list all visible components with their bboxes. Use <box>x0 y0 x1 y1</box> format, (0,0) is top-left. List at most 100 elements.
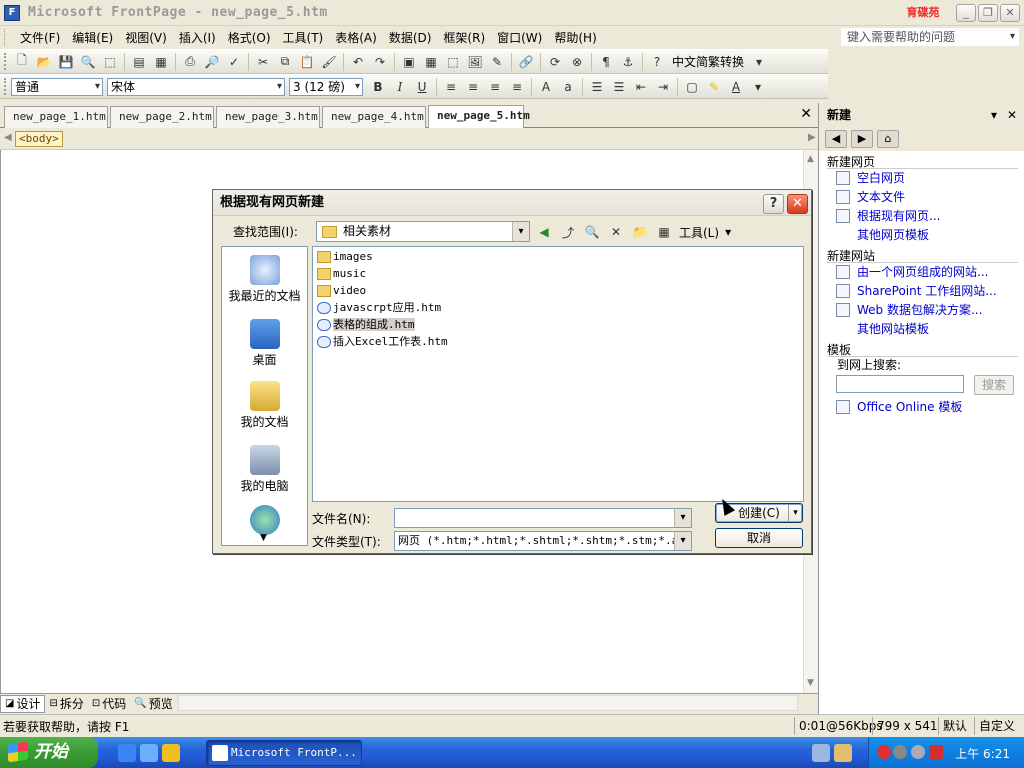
layers-icon[interactable]: ▦ <box>152 53 170 71</box>
template-search-button[interactable]: 搜索 <box>974 375 1014 395</box>
file-list-item[interactable]: 插入Excel工作表.htm <box>317 334 448 351</box>
font-size-select[interactable]: 3 (12 磅) <box>289 77 363 96</box>
font-color-icon[interactable]: A <box>727 78 745 96</box>
tools-chevron-icon[interactable]: ▾ <box>725 225 731 239</box>
horizontal-scrollbar[interactable] <box>178 695 798 711</box>
one-page-site-link[interactable]: 由一个网页组成的网站... <box>819 263 1024 282</box>
place-desktop[interactable]: 桌面 <box>222 319 307 368</box>
menu-item[interactable]: 格式(O) <box>222 28 277 48</box>
place-my-computer[interactable]: 我的电脑 <box>222 445 307 494</box>
publish-icon[interactable]: ⬚ <box>101 53 119 71</box>
file-list-item[interactable]: music <box>317 266 366 283</box>
menu-item[interactable]: 框架(R) <box>437 28 491 48</box>
filetype-select[interactable]: 网页 (*.htm;*.html;*.shtml;*.shtm;*.stm;*.… <box>394 531 692 551</box>
text-file-link[interactable]: 文本文件 <box>819 188 1024 207</box>
toolbar-options-icon[interactable]: ▾ <box>749 78 767 96</box>
cut-icon[interactable]: ✂ <box>254 53 272 71</box>
new-folder-icon[interactable]: 📁 <box>631 223 649 241</box>
taskbar-frontpage-button[interactable]: Microsoft FrontP... <box>206 740 362 766</box>
bullets-icon[interactable]: ☰ <box>610 78 628 96</box>
picture-icon[interactable]: 🖼 <box>466 53 484 71</box>
toolbar-grip[interactable] <box>4 53 8 70</box>
format-painter-icon[interactable]: 🖌 <box>320 53 338 71</box>
view-tab[interactable]: ⊡ 代码 <box>88 695 130 713</box>
document-tab[interactable]: new_page_1.htm <box>4 106 108 128</box>
hyperlink-icon[interactable]: 🔗 <box>517 53 535 71</box>
file-list-item[interactable]: images <box>317 249 373 266</box>
tray-network-icon[interactable] <box>812 744 830 762</box>
spelling-icon[interactable]: ✓ <box>225 53 243 71</box>
drawing-icon[interactable]: ✎ <box>488 53 506 71</box>
restore-button[interactable]: ❐ <box>978 4 998 22</box>
back-icon[interactable]: ◀ <box>825 130 847 148</box>
copy-icon[interactable]: ⧉ <box>276 53 294 71</box>
pane-close-icon[interactable]: ✕ <box>1007 103 1017 127</box>
clock[interactable]: 上午 6:21 <box>955 745 1010 762</box>
tray-app-icon[interactable] <box>929 745 943 759</box>
menu-item[interactable]: 帮助(H) <box>548 28 602 48</box>
ie-icon[interactable] <box>118 744 136 762</box>
place-recent[interactable]: 我最近的文档 <box>222 255 307 304</box>
look-in-select[interactable]: 相关素材 ▾ <box>316 221 530 242</box>
view-tab[interactable]: 🔍 预览 <box>130 695 176 713</box>
scroll-down-icon[interactable]: ▼ <box>807 678 814 688</box>
stop-icon[interactable]: ⊗ <box>568 53 586 71</box>
file-list-item[interactable]: video <box>317 283 366 300</box>
justify-icon[interactable]: ≡ <box>508 78 526 96</box>
toggle-pane-icon[interactable]: ▤ <box>130 53 148 71</box>
delete-icon[interactable]: ✕ <box>607 223 625 241</box>
style-select[interactable]: 普通 <box>11 77 103 96</box>
help-question-input[interactable]: 键入需要帮助的问题 <box>840 27 1020 47</box>
menu-item[interactable]: 数据(D) <box>383 28 438 48</box>
tray-pen-icon[interactable] <box>834 744 852 762</box>
toolbar-grip[interactable] <box>4 78 8 95</box>
document-tab[interactable]: new_page_4.htm <box>322 106 426 128</box>
align-center-icon[interactable]: ≡ <box>464 78 482 96</box>
chevron-down-icon[interactable]: ▾ <box>674 532 691 550</box>
search-icon[interactable]: 🔍 <box>79 53 97 71</box>
chinese-convert-button[interactable]: 中文简繁转换 <box>672 53 744 70</box>
blank-page-link[interactable]: 空白网页 <box>819 169 1024 188</box>
pane-menu-icon[interactable]: ▾ <box>991 103 997 127</box>
minimize-button[interactable]: _ <box>956 4 976 22</box>
forward-icon[interactable]: ▶ <box>851 130 873 148</box>
download-speed[interactable]: 0:01@56Kbps <box>794 717 883 735</box>
back-icon[interactable]: ◀ <box>535 223 553 241</box>
decrease-font-icon[interactable]: a <box>559 78 577 96</box>
tray-security-icon[interactable] <box>877 745 891 759</box>
web-component-icon[interactable]: ▣ <box>400 53 418 71</box>
align-right-icon[interactable]: ≡ <box>486 78 504 96</box>
anchor-icon[interactable]: ⚓ <box>619 53 637 71</box>
more-site-templates-link[interactable]: 其他网站模板 <box>819 320 1024 339</box>
menu-item[interactable]: 编辑(E) <box>66 28 119 48</box>
app-shortcut-icon[interactable] <box>162 744 180 762</box>
italic-button[interactable]: I <box>391 78 409 96</box>
menu-item[interactable]: 插入(I) <box>173 28 222 48</box>
from-existing-page-link[interactable]: 根据现有网页... <box>819 207 1024 226</box>
redo-icon[interactable]: ↷ <box>371 53 389 71</box>
open-icon[interactable]: 📂 <box>35 53 53 71</box>
menu-item[interactable]: 视图(V) <box>119 28 173 48</box>
places-scroll-down-icon[interactable]: ▼ <box>260 533 267 543</box>
up-folder-icon[interactable]: ⤴ <box>559 223 577 241</box>
menu-item[interactable]: 窗口(W) <box>491 28 548 48</box>
menu-item[interactable]: 表格(A) <box>329 28 383 48</box>
numbering-icon[interactable]: ☰ <box>588 78 606 96</box>
layer-icon[interactable]: ⬚ <box>444 53 462 71</box>
close-document-icon[interactable]: ✕ <box>800 106 812 122</box>
scroll-up-icon[interactable]: ▲ <box>807 154 814 164</box>
menu-item[interactable]: 文件(F) <box>14 28 66 48</box>
filename-input[interactable]: ▾ <box>394 508 692 528</box>
dialog-close-button[interactable]: ✕ <box>787 194 808 214</box>
underline-button[interactable]: U <box>413 78 431 96</box>
refresh-icon[interactable]: ⟳ <box>546 53 564 71</box>
search-web-icon[interactable]: 🔍 <box>583 223 601 241</box>
body-tag[interactable]: <body> <box>15 131 63 147</box>
tools-menu[interactable]: 工具(L) <box>679 224 719 241</box>
view-tab[interactable]: ◪ 设计 <box>0 694 46 713</box>
align-left-icon[interactable]: ≡ <box>442 78 460 96</box>
increase-font-icon[interactable]: A <box>537 78 555 96</box>
close-button[interactable]: ✕ <box>1000 4 1020 22</box>
tag-scroll-left-icon[interactable]: ◀ <box>4 132 12 143</box>
web-package-link[interactable]: Web 数据包解决方案... <box>819 301 1024 320</box>
